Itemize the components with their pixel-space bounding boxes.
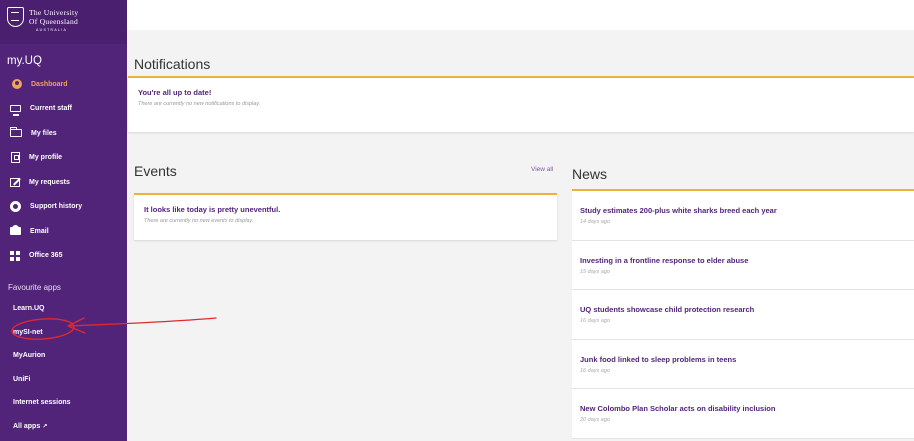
- news-age: 16 days ago: [580, 367, 610, 374]
- news-item[interactable]: UQ students showcase child protection re…: [572, 290, 914, 340]
- news-age: 15 days ago: [580, 268, 610, 275]
- logo-line-1: The University: [29, 8, 79, 17]
- news-item[interactable]: Junk food linked to sleep problems in te…: [572, 339, 914, 389]
- events-heading: Events: [134, 163, 177, 179]
- favourite-app-unifi[interactable]: UniFi: [0, 368, 127, 392]
- external-link-icon: ↗: [42, 423, 48, 430]
- lifebuoy-icon: [10, 201, 21, 213]
- sidebar-item-my-requests[interactable]: My requests: [0, 170, 127, 195]
- favourite-app-learn-uq[interactable]: Learn.UQ: [0, 297, 127, 321]
- favourite-app-label: mySI-net: [13, 328, 43, 336]
- sidebar-item-my-profile[interactable]: My profile: [0, 146, 127, 171]
- dashboard-icon: [12, 79, 22, 90]
- favourite-app-mysi-net[interactable]: mySI-net: [0, 321, 127, 345]
- monitor-icon: [10, 105, 21, 116]
- id-card-icon: [11, 152, 20, 164]
- sidebar-item-label: My profile: [29, 154, 63, 162]
- sidebar-item-dashboard[interactable]: Dashboard: [0, 72, 127, 97]
- favourite-apps-list: Learn.UQ mySI-net MyAurion UniFi Interne…: [0, 297, 127, 438]
- sidebar-item-support-history[interactable]: Support history: [0, 195, 127, 220]
- grid-icon: [10, 250, 20, 261]
- sidebar-item-label: Support history: [30, 203, 83, 211]
- news-age: 20 days ago: [580, 417, 610, 423]
- events-view-all-link[interactable]: View all: [531, 166, 553, 173]
- news-list: Study estimates 200-plus white sharks br…: [572, 189, 914, 439]
- sidebar-item-label: My requests: [29, 178, 70, 186]
- folder-icon: [10, 127, 22, 138]
- sidebar-item-label: Current staff: [30, 105, 73, 113]
- news-title[interactable]: Junk food linked to sleep problems in te…: [580, 355, 914, 364]
- news-title[interactable]: Investing in a frontline response to eld…: [580, 256, 914, 265]
- news-item[interactable]: Investing in a frontline response to eld…: [572, 240, 914, 290]
- top-bar: [127, 0, 914, 30]
- favourite-app-label: Learn.UQ: [13, 305, 45, 313]
- sidebar-item-label: Email: [30, 227, 49, 235]
- events-subtitle: There are currently no new events to dis…: [144, 218, 254, 224]
- favourite-app-label: MyAurion: [13, 352, 46, 360]
- notifications-heading: Notifications: [134, 56, 211, 72]
- events-title: It looks like today is pretty uneventful…: [144, 205, 281, 214]
- sidebar-item-office-365[interactable]: Office 365: [0, 244, 127, 269]
- news-age: 14 days ago: [580, 219, 610, 225]
- edit-icon: [10, 177, 20, 187]
- crest-icon: [7, 7, 24, 27]
- news-heading: News: [572, 166, 608, 182]
- sidebar-item-my-files[interactable]: My files: [0, 121, 127, 146]
- news-title[interactable]: Study estimates 200-plus white sharks br…: [580, 206, 914, 215]
- favourite-app-internet-sessions[interactable]: Internet sessions: [0, 391, 127, 415]
- favourite-app-label: Internet sessions: [13, 399, 71, 407]
- sidebar-nav: Dashboard Current staff My files My prof…: [0, 72, 127, 268]
- news-item[interactable]: New Colombo Plan Scholar acts on disabil…: [572, 389, 914, 439]
- uq-logo[interactable]: The University Of Queensland AUSTRALIA: [0, 0, 127, 44]
- notifications-title: You're all up to date!: [138, 88, 212, 97]
- news-title[interactable]: New Colombo Plan Scholar acts on disabil…: [580, 404, 914, 413]
- favourite-app-label: All apps: [13, 422, 41, 430]
- logo-line-3: AUSTRALIA: [36, 28, 68, 32]
- notifications-card: You're all up to date! There are current…: [128, 76, 914, 132]
- mail-icon: [10, 225, 21, 236]
- news-age: 16 days ago: [580, 318, 610, 324]
- favourite-app-label: UniFi: [13, 375, 31, 383]
- news-title[interactable]: UQ students showcase child protection re…: [580, 305, 914, 314]
- notifications-subtitle: There are currently no new notifications…: [138, 101, 261, 107]
- logo-line-2: Of Queensland: [29, 17, 79, 26]
- app-title[interactable]: my.UQ: [7, 55, 42, 67]
- events-card: It looks like today is pretty uneventful…: [134, 193, 557, 240]
- sidebar-item-email[interactable]: Email: [0, 219, 127, 244]
- sidebar-item-label: Office 365: [29, 252, 63, 260]
- all-apps-link[interactable]: All apps ↗: [0, 415, 127, 439]
- sidebar-item-label: Dashboard: [31, 80, 68, 88]
- sidebar-item-current-staff[interactable]: Current staff: [0, 97, 127, 122]
- favourite-app-myaurion[interactable]: MyAurion: [0, 344, 127, 368]
- news-item[interactable]: Study estimates 200-plus white sharks br…: [572, 191, 914, 241]
- sidebar-item-label: My files: [31, 129, 57, 137]
- favourite-apps-heading: Favourite apps: [8, 283, 61, 292]
- sidebar: The University Of Queensland AUSTRALIA m…: [0, 0, 127, 441]
